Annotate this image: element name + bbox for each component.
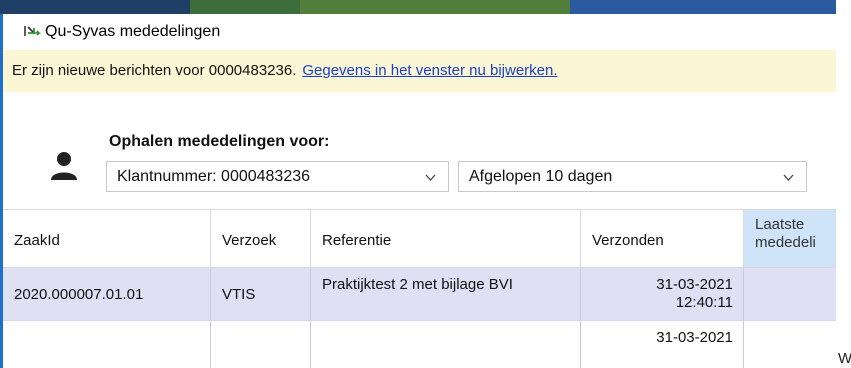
column-header-verzoek[interactable]: Verzoek — [211, 210, 311, 267]
background-band — [0, 0, 190, 14]
info-text: Er zijn nieuwe berichten voor 0000483236… — [12, 62, 558, 79]
column-header-referentie[interactable]: Referentie — [311, 210, 581, 267]
cell-verzonden-datetime: 31-03-2021 12:40:11 — [656, 276, 733, 311]
column-header-laatste[interactable]: Laatste mededeli — [744, 210, 836, 267]
cell-zaakid: 2020.000007.01.01 — [3, 268, 211, 320]
cell-verzoek — [211, 321, 311, 368]
window-title: Qu-Syvas mededelingen — [45, 23, 221, 40]
chevron-down-icon — [425, 174, 436, 181]
background-text: W — [838, 350, 851, 367]
user-icon — [51, 152, 77, 180]
desktop-background — [0, 0, 851, 14]
fetch-panel: Ophalen mededelingen voor: Klantnummer: … — [3, 92, 836, 208]
customer-select[interactable]: Klantnummer: 0000483236 — [106, 161, 449, 192]
cell-referentie: Praktijktest 2 met bijlage BVI — [311, 268, 581, 320]
desktop-background-right — [836, 0, 851, 368]
title-bar[interactable]: Qu-Syvas mededelingen — [3, 14, 836, 50]
cell-zaakid — [3, 321, 211, 368]
period-select-value: Afgelopen 10 dagen — [469, 168, 613, 185]
background-band — [570, 0, 851, 14]
messages-table: ZaakId Verzoek Referentie Verzonden Laat… — [3, 209, 836, 368]
table-row[interactable]: 31-03-2021 — [3, 321, 836, 368]
customer-select-value: Klantnummer: 0000483236 — [117, 168, 311, 185]
info-message: Er zijn nieuwe berichten voor 0000483236… — [12, 62, 297, 79]
mededelingen-window: Qu-Syvas mededelingen Er zijn nieuwe ber… — [0, 14, 836, 368]
app-icon — [24, 26, 41, 36]
refresh-link[interactable]: Gegevens in het venster nu bijwerken. — [302, 62, 557, 79]
table-row[interactable]: 2020.000007.01.01 VTIS Praktijktest 2 me… — [3, 268, 836, 321]
cell-laatste — [744, 321, 836, 368]
background-band — [300, 0, 570, 14]
fetch-label: Ophalen mededelingen voor: — [109, 133, 330, 150]
period-select[interactable]: Afgelopen 10 dagen — [458, 161, 807, 192]
chevron-down-icon — [783, 174, 794, 181]
cell-verzoek: VTIS — [211, 268, 311, 320]
table-header: ZaakId Verzoek Referentie Verzonden Laat… — [3, 209, 836, 268]
cell-referentie — [311, 321, 581, 368]
column-header-verzonden[interactable]: Verzonden — [581, 210, 744, 267]
cell-verzonden: 31-03-2021 12:40:11 — [581, 268, 744, 320]
info-bar: Er zijn nieuwe berichten voor 0000483236… — [3, 50, 836, 92]
cell-verzonden-partial: 31-03-2021 — [656, 329, 733, 346]
cell-laatste — [744, 268, 836, 320]
cell-verzonden: 31-03-2021 — [581, 321, 744, 368]
column-header-zaakid[interactable]: ZaakId — [3, 210, 211, 267]
